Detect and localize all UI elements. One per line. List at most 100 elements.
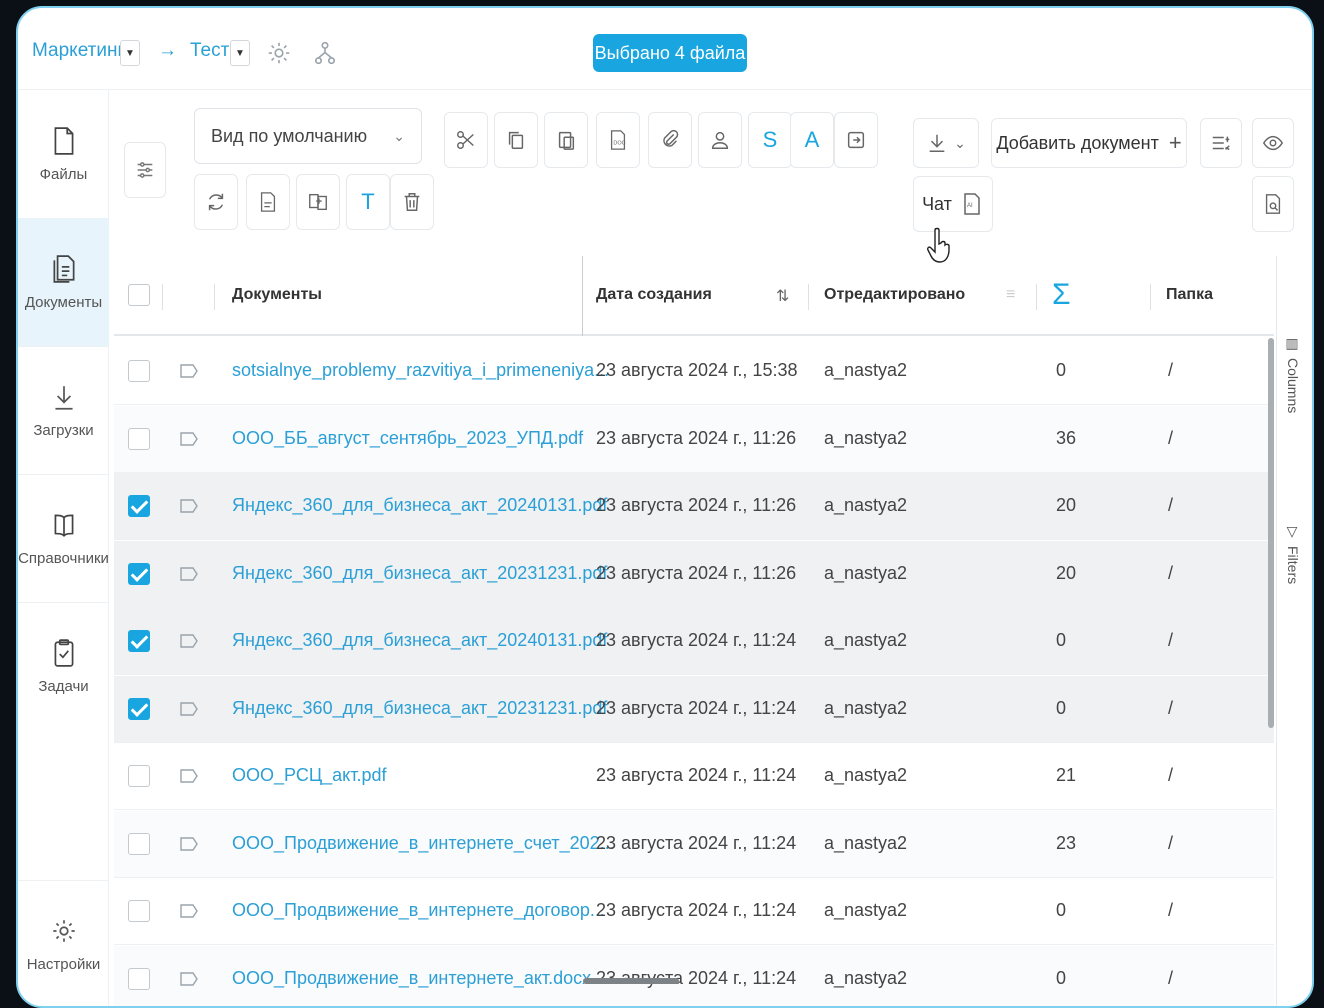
table-row[interactable]: sotsialnye_problemy_razvitiya_i_primenen…	[114, 338, 1274, 405]
project-dropdown-toggle[interactable]: ▼	[230, 40, 250, 66]
edited-by: a_nastya2	[824, 360, 908, 380]
breadcrumb-workspace[interactable]: Маркетинг	[32, 40, 124, 62]
text-button[interactable]: T	[346, 174, 390, 230]
filters-panel-toggle[interactable]: ▽ Filters	[1285, 524, 1301, 584]
tag-icon[interactable]	[180, 903, 198, 919]
sidebar-item-documents[interactable]: Документы	[18, 218, 109, 346]
document-name-link[interactable]: Яндекс_360_для_бизнеса_акт_20231231.pdf	[232, 563, 607, 584]
row-checkbox[interactable]	[128, 427, 150, 450]
sliders-icon	[137, 162, 153, 178]
table-row[interactable]: ООО_Продвижение_в_интернете_договор... 23…	[114, 878, 1274, 945]
filters-label: Filters	[1285, 546, 1301, 585]
a-action-button[interactable]: A	[790, 112, 834, 168]
sum-icon[interactable]: Σ	[1052, 278, 1071, 312]
table-row[interactable]: ООО_Продвижение_в_интернете_счет_202... 2…	[114, 810, 1274, 878]
hierarchy-icon[interactable]	[312, 40, 338, 66]
tag-icon[interactable]	[180, 836, 198, 852]
edited-by: a_nastya2	[824, 427, 908, 448]
tag-icon[interactable]	[180, 971, 198, 987]
document-search-icon	[1265, 194, 1281, 214]
assign-user-button[interactable]	[698, 112, 742, 168]
row-checkbox[interactable]	[128, 900, 150, 922]
table-row[interactable]: Яндекс_360_для_бизнеса_акт_20231231.pdf 2…	[114, 540, 1274, 608]
column-menu-icon[interactable]: ≡	[1006, 286, 1015, 304]
edited-by: a_nastya2	[824, 630, 908, 650]
tag-icon[interactable]	[180, 431, 198, 447]
merge-button[interactable]	[296, 174, 340, 230]
select-all-checkbox[interactable]	[128, 284, 150, 306]
sidebar-item-tasks[interactable]: Задачи	[18, 602, 109, 730]
columns-panel-toggle[interactable]: ▥ Columns	[1285, 336, 1301, 413]
header-created[interactable]: Дата создания	[596, 286, 712, 304]
export-docx-button[interactable]: DOC	[596, 112, 640, 168]
row-checkbox[interactable]	[128, 765, 150, 787]
document-name-link[interactable]: Яндекс_360_для_бизнеса_акт_20240131.pdf	[232, 495, 607, 516]
tag-icon[interactable]	[180, 363, 198, 379]
tag-icon[interactable]	[180, 701, 198, 717]
tag-icon[interactable]	[180, 768, 198, 784]
column-settings-button[interactable]	[1200, 118, 1242, 168]
row-checkbox[interactable]	[128, 360, 150, 382]
sidebar-item-files[interactable]: Файлы	[18, 90, 109, 218]
preview-button[interactable]	[1252, 118, 1294, 168]
docx-file-icon: DOC	[610, 130, 626, 150]
add-document-button[interactable]: Добавить документ +	[991, 118, 1187, 168]
add-document-label: Добавить документ	[996, 132, 1159, 153]
workspace-dropdown-toggle[interactable]: ▼	[120, 40, 140, 66]
tag-icon[interactable]	[180, 633, 198, 649]
header-edited[interactable]: Отредактировано	[824, 286, 965, 304]
document-info-button[interactable]	[1252, 176, 1294, 232]
settings-gear-icon[interactable]	[266, 40, 292, 66]
header-documents[interactable]: Документы	[232, 286, 322, 304]
filter-settings-button[interactable]	[124, 142, 166, 198]
delete-button[interactable]	[390, 174, 434, 230]
row-checkbox[interactable]	[128, 697, 150, 720]
folder-path: /	[1168, 832, 1174, 853]
row-checkbox[interactable]	[128, 967, 150, 990]
move-to-folder-button[interactable]	[834, 112, 878, 168]
table-row[interactable]: ООО_Продвижение_в_интернете_акт.docx 23 а…	[114, 945, 1274, 1006]
sidebar-item-downloads[interactable]: Загрузки	[18, 346, 109, 474]
divider	[214, 284, 215, 310]
paste-button[interactable]	[544, 112, 588, 168]
row-checkbox[interactable]	[128, 495, 150, 517]
row-checkbox[interactable]	[128, 630, 150, 652]
edited-by: a_nastya2	[824, 765, 908, 785]
document-name-link[interactable]: ООО_Продвижение_в_интернете_акт.docx	[232, 968, 591, 989]
sidebar-item-settings[interactable]: Настройки	[18, 880, 109, 1006]
s-action-button[interactable]: S	[748, 112, 792, 168]
download-dropdown-button[interactable]: ⌄	[913, 118, 979, 168]
document-name-link[interactable]: ООО_РСЦ_акт.pdf	[232, 765, 387, 786]
view-select[interactable]: Вид по умолчанию ⌄	[194, 108, 422, 164]
breadcrumb-project[interactable]: Тест	[190, 40, 229, 62]
tag-icon[interactable]	[180, 566, 198, 582]
row-checkbox[interactable]	[128, 832, 150, 855]
sidebar-item-references[interactable]: Справочники	[18, 474, 109, 602]
attach-button[interactable]	[648, 112, 692, 168]
chat-button[interactable]: Чат AI	[913, 176, 993, 232]
horizontal-scrollbar[interactable]	[583, 978, 679, 984]
sidebar-item-label: Справочники	[18, 549, 109, 567]
folder-path: /	[1168, 697, 1174, 718]
document-name-link[interactable]: ООО_Продвижение_в_интернете_счет_202...	[232, 833, 615, 854]
table-row[interactable]: Яндекс_360_для_бизнеса_акт_20231231.pdf 2…	[114, 675, 1274, 743]
document-name-link[interactable]: ООО_Продвижение_в_интернете_договор...	[232, 900, 605, 921]
vertical-scrollbar[interactable]	[1268, 338, 1274, 728]
tag-icon[interactable]	[180, 498, 198, 514]
table-row[interactable]: ООО_ББ_август_сентябрь_2023_УПД.pdf 23 ав…	[114, 405, 1274, 473]
row-checkbox[interactable]	[128, 562, 150, 585]
document-name-link[interactable]: sotsialnye_problemy_razvitiya_i_primenen…	[232, 360, 609, 381]
table-row[interactable]: Яндекс_360_для_бизнеса_акт_20240131.pdf 2…	[114, 473, 1274, 540]
refresh-button[interactable]	[194, 174, 238, 230]
copy-button[interactable]	[494, 112, 538, 168]
chevron-down-icon: ⌄	[393, 127, 405, 144]
sort-icon[interactable]: ⇅	[776, 286, 789, 306]
table-row[interactable]: Яндекс_360_для_бизнеса_акт_20240131.pdf 2…	[114, 608, 1274, 675]
pdf-button[interactable]	[246, 174, 290, 230]
document-name-link[interactable]: Яндекс_360_для_бизнеса_акт_20231231.pdf	[232, 698, 607, 719]
table-row[interactable]: ООО_РСЦ_акт.pdf 23 августа 2024 г., 11:24…	[114, 743, 1274, 810]
cut-button[interactable]	[444, 112, 488, 168]
document-name-link[interactable]: ООО_ББ_август_сентябрь_2023_УПД.pdf	[232, 428, 583, 449]
document-name-link[interactable]: Яндекс_360_для_бизнеса_акт_20240131.pdf	[232, 630, 607, 651]
header-folder[interactable]: Папка	[1166, 286, 1213, 304]
